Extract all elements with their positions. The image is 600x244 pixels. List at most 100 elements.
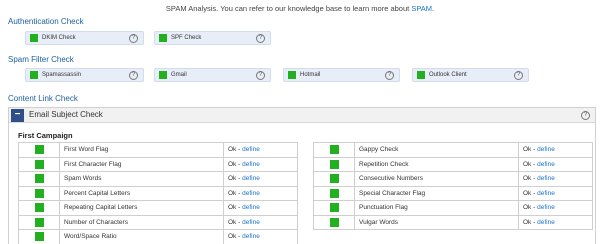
table-row: First Character Flag Ok - define [18,156,298,172]
pass-status-icon [329,159,339,169]
status-cell [313,171,355,187]
email-subject-check-panel: − Email Subject Check ? First Campaign F… [8,107,596,244]
check-name: Repeating Capital Letters [59,200,224,216]
spamassassin-check-card: Spamassassin ? [25,68,144,82]
status-text: Ok [228,233,237,241]
outlook-client-check-card: Outlook Client ? [412,68,529,82]
define-link[interactable]: define [537,161,555,168]
define-link[interactable]: define [242,219,260,226]
table-row: Repetition Check Ok - define [313,156,593,172]
help-icon[interactable]: ? [581,111,590,120]
define-link[interactable]: define [242,233,260,240]
spamassassin-label: Spamassassin [42,72,82,78]
check-status: Ok - define [223,142,298,158]
pass-status-icon [34,203,44,213]
check-status: Ok - define [518,214,593,230]
check-status: Ok - define [223,156,298,172]
dkim-check-label: DKIM Check [42,35,76,41]
pass-status-icon [34,232,44,242]
help-icon[interactable]: ? [385,70,394,80]
check-name: Number of Characters [59,214,224,230]
check-status: Ok - define [518,156,593,172]
pass-status-icon [329,217,339,227]
define-link[interactable]: define [242,146,260,153]
campaign-title: First Campaign [18,131,73,140]
check-status: Ok - define [518,200,593,216]
status-text: Ok [228,160,237,168]
check-name: Special Character Flag [354,185,519,201]
pass-status-icon [417,71,425,79]
table-row: Punctuation Flag Ok - define [313,200,593,216]
pass-status-icon [288,71,296,79]
check-name: Percent Capital Letters [59,185,224,201]
table-row: Spam Words Ok - define [18,171,298,187]
status-cell [18,200,60,216]
define-link[interactable]: define [242,204,260,211]
check-name: Punctuation Flag [354,200,519,216]
check-status: Ok - define [518,142,593,158]
status-cell [313,156,355,172]
status-text: Ok [523,189,532,197]
define-link[interactable]: define [242,161,260,168]
status-text: Ok [228,175,237,183]
status-cell [18,156,60,172]
panel-title: Email Subject Check [29,110,103,119]
status-cell [313,214,355,230]
authentication-check-title: Authentication Check [8,17,84,26]
outlook-client-label: Outlook Client [429,72,467,78]
pass-status-icon [329,174,339,184]
status-text: Ok [228,204,237,212]
check-status: Ok - define [223,200,298,216]
status-text: Ok [523,160,532,168]
help-icon[interactable]: ? [514,70,523,80]
hotmail-label: Hotmail [300,72,321,78]
content-link-check-title: Content Link Check [8,94,78,103]
hotmail-check-card: Hotmail ? [283,68,400,82]
gmail-label: Gmail [171,72,187,78]
check-name: Gappy Check [354,142,519,158]
define-link[interactable]: define [537,219,555,226]
table-row: Word/Space Ratio Ok - define [18,229,298,244]
info-text: SPAM Analysis. You can refer to our know… [165,4,410,13]
status-cell [313,185,355,201]
help-icon[interactable]: ? [129,33,138,43]
table-row: Gappy Check Ok - define [313,142,593,158]
subject-checks-table-right: Gappy Check Ok - define Repetition Check Ok… [313,142,593,230]
pass-status-icon [34,188,44,198]
table-row: First Word Flag Ok - define [18,142,298,158]
check-status: Ok - define [223,171,298,187]
table-row: Number of Characters Ok - define [18,214,298,230]
help-icon[interactable]: ? [129,70,138,80]
check-name: Spam Words [59,171,224,187]
check-status: Ok - define [223,214,298,230]
define-link[interactable]: define [537,204,555,211]
define-link[interactable]: define [537,146,555,153]
spam-knowledge-link[interactable]: SPAM [411,4,432,13]
status-text: Ok [523,218,532,226]
status-text: Ok [523,204,532,212]
info-banner: SPAM Analysis. You can refer to our know… [0,4,600,13]
pass-status-icon [329,188,339,198]
check-name: First Word Flag [59,142,224,158]
spf-check-label: SPF Check [171,35,202,41]
check-name: Repetition Check [354,156,519,172]
pass-status-icon [34,217,44,227]
pass-status-icon [30,71,38,79]
pass-status-icon [329,145,339,155]
define-link[interactable]: define [242,175,260,182]
pass-status-icon [329,203,339,213]
check-status: Ok - define [223,185,298,201]
help-icon[interactable]: ? [256,70,265,80]
define-link[interactable]: define [242,190,260,197]
status-cell [18,171,60,187]
collapse-button[interactable]: − [11,109,24,122]
spf-check-card: SPF Check ? [154,31,271,45]
status-cell [313,142,355,158]
define-link[interactable]: define [537,190,555,197]
pass-status-icon [34,174,44,184]
status-text: Ok [228,146,237,154]
help-icon[interactable]: ? [256,33,265,43]
status-text: Ok [523,175,532,183]
define-link[interactable]: define [537,175,555,182]
gmail-check-card: Gmail ? [154,68,271,82]
